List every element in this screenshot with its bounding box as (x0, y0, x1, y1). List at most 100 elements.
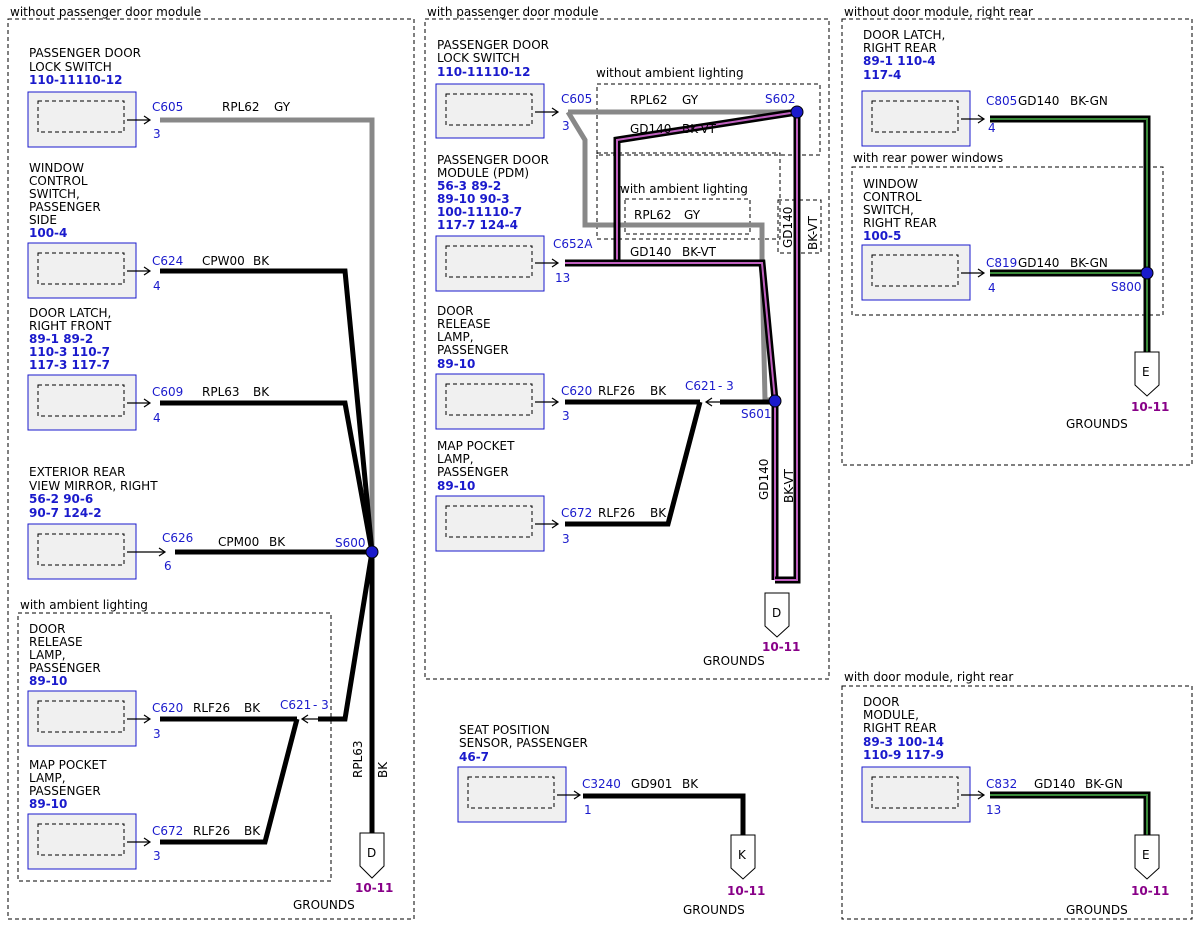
section-title-without-door-module-rr: without door module, right rear (844, 5, 1033, 19)
svg-text:PASSENGER: PASSENGER (29, 784, 101, 798)
splice-s602 (790, 105, 804, 119)
svg-text:SEAT POSITION: SEAT POSITION (459, 723, 550, 737)
pin-c672-left: 3 (153, 849, 161, 863)
component-mid-release-lamp: DOOR RELEASE LAMP, PASSENGER 89-10 (435, 304, 560, 430)
svg-text:117-7 124-4: 117-7 124-4 (437, 218, 518, 232)
wire-label-rpl63-latch: RPL63 (202, 385, 240, 399)
ground-e-upper-label: E (1142, 365, 1150, 379)
subsection-title-ambient-left: with ambient lighting (20, 598, 148, 612)
arrow-c621-left (300, 714, 318, 724)
svg-text:46-7: 46-7 (459, 750, 489, 764)
svg-text:RIGHT REAR: RIGHT REAR (863, 216, 937, 230)
svg-text:110-3 110-7: 110-3 110-7 (29, 345, 110, 359)
svg-text:89-10: 89-10 (437, 357, 475, 371)
wire-label-gd140-vertical-bottom: GD140 (757, 459, 771, 500)
connector-c620-left: C620 (152, 701, 183, 715)
svg-text:LAMP,: LAMP, (437, 330, 474, 344)
svg-text:CONTROL: CONTROL (863, 190, 922, 204)
pin-c819: 4 (988, 281, 996, 295)
svg-text:SWITCH,: SWITCH, (863, 203, 914, 217)
svg-text:DOOR LATCH,: DOOR LATCH, (863, 28, 945, 42)
svg-text:WINDOW: WINDOW (29, 161, 84, 175)
ground-e-lower-page: 10-11 (1131, 884, 1169, 898)
component-mid-lock-switch: PASSENGER DOOR LOCK SWITCH 110-11110-12 (435, 38, 560, 139)
svg-text:110-11110-12: 110-11110-12 (29, 73, 122, 87)
wire-label-gd140-c805: GD140 (1018, 94, 1059, 108)
pin-c620-left: 3 (153, 727, 161, 741)
pin-c832: 13 (986, 803, 1001, 817)
splice-label-s600: S600 (335, 536, 366, 550)
connector-c620-mid: C620 (561, 384, 592, 398)
ground-k-page: 10-11 (727, 884, 765, 898)
svg-text:MODULE,: MODULE, (863, 708, 919, 722)
splice-label-s601: S601 (741, 407, 772, 421)
wire-label-gd140-c832: GD140 (1034, 777, 1075, 791)
component-rr-door-latch: DOOR LATCH, RIGHT REAR 89-1 110-4 117-4 (861, 28, 986, 147)
connector-c672-mid: C672 (561, 506, 592, 520)
wire-label-rpl63-ground: RPL63 (351, 740, 365, 778)
splice-label-s800: S800 (1111, 280, 1142, 294)
ground-d-left-page: 10-11 (355, 881, 393, 895)
splice-s601 (768, 394, 782, 408)
svg-text:LAMP,: LAMP, (437, 452, 474, 466)
component-left-mirror: EXTERIOR REAR VIEW MIRROR, RIGHT 56-2 90… (27, 465, 167, 580)
connector-c652a: C652A (553, 237, 593, 251)
ground-d-left-label: D (367, 846, 376, 860)
connector-c621-mid: C621 (685, 379, 716, 393)
svg-text:RIGHT REAR: RIGHT REAR (863, 721, 937, 735)
connector-c805: C805 (986, 94, 1017, 108)
grounds-label-left: GROUNDS (293, 898, 355, 912)
wire-gd140-pdm-core (565, 259, 779, 580)
connector-c626: C626 (162, 531, 193, 545)
svg-text:RELEASE: RELEASE (437, 317, 491, 331)
svg-text:90-7 124-2: 90-7 124-2 (29, 506, 102, 520)
wire-label-rpl62-mid: RPL62 (630, 93, 668, 107)
svg-text:MAP POCKET: MAP POCKET (437, 439, 515, 453)
svg-text:89-3 100-14: 89-3 100-14 (863, 735, 944, 749)
wire-label-gd140-pdm: GD140 (630, 245, 671, 259)
ground-d-mid-label: D (772, 606, 781, 620)
arrow-c621-mid (704, 397, 722, 407)
wire-color-bkvt-mid-top: BK-VT (682, 122, 717, 136)
ground-k-label: K (738, 848, 747, 862)
splice-s600 (365, 545, 379, 559)
svg-text:EXTERIOR REAR: EXTERIOR REAR (29, 465, 125, 479)
svg-text:PASSENGER: PASSENGER (437, 343, 509, 357)
wiring-diagram: without passenger door module with passe… (7, 5, 1193, 920)
svg-text:LAMP,: LAMP, (29, 648, 66, 662)
wire-label-rlf26-left-map: RLF26 (193, 824, 230, 838)
subsection-title-rear-power-windows: with rear power windows (853, 151, 1003, 165)
component-left-window-switch: WINDOW CONTROL SWITCH, PASSENGER SIDE 10… (27, 161, 152, 299)
component-left-lock-switch: PASSENGER DOOR LOCK SWITCH 110-11110-12 (27, 46, 152, 148)
wire-label-rlf26-mid-release: RLF26 (598, 384, 635, 398)
svg-text:RELEASE: RELEASE (29, 635, 83, 649)
svg-text:56-3 89-2: 56-3 89-2 (437, 179, 501, 193)
wire-color-bkvt-vertical-top: BK-VT (806, 215, 820, 250)
wire-color-bk-rlf26-mid-release: BK (650, 384, 667, 398)
svg-text:100-4: 100-4 (29, 226, 67, 240)
pin-c626: 6 (164, 559, 172, 573)
component-rr-window-switch: WINDOW CONTROL SWITCH, RIGHT REAR 100-5 (861, 177, 986, 301)
wire-label-gd140-c819: GD140 (1018, 256, 1059, 270)
svg-text:89-1 89-2: 89-1 89-2 (29, 332, 93, 346)
section-title-without-pdm: without passenger door module (10, 5, 201, 19)
svg-text:WINDOW: WINDOW (863, 177, 918, 191)
svg-text:RIGHT REAR: RIGHT REAR (863, 41, 937, 55)
grounds-label-mid: GROUNDS (703, 654, 765, 668)
wire-label-rlf26-mid-map: RLF26 (598, 506, 635, 520)
svg-text:117-4: 117-4 (863, 68, 901, 82)
component-left-door-latch: DOOR LATCH, RIGHT FRONT 89-1 89-2 110-3 … (27, 306, 152, 431)
svg-text:LOCK SWITCH: LOCK SWITCH (29, 60, 112, 74)
wire-color-gy-ambient: GY (684, 208, 701, 222)
pin-c652a: 13 (555, 271, 570, 285)
wire-color-bk-rpl63: BK (253, 385, 270, 399)
wire-color-bk-gd901: BK (682, 777, 699, 791)
wire-color-bkvt-vertical-bottom: BK-VT (782, 468, 796, 503)
pin-c624: 4 (153, 279, 161, 293)
connector-c621-left: C621 (280, 698, 311, 712)
svg-text:89-10 90-3: 89-10 90-3 (437, 192, 510, 206)
wire-color-bk-rlf26-mid-map: BK (650, 506, 667, 520)
svg-text:56-2 90-6: 56-2 90-6 (29, 492, 93, 506)
wire-gd140-c805-core (990, 115, 1151, 273)
svg-text:89-10: 89-10 (29, 797, 67, 811)
